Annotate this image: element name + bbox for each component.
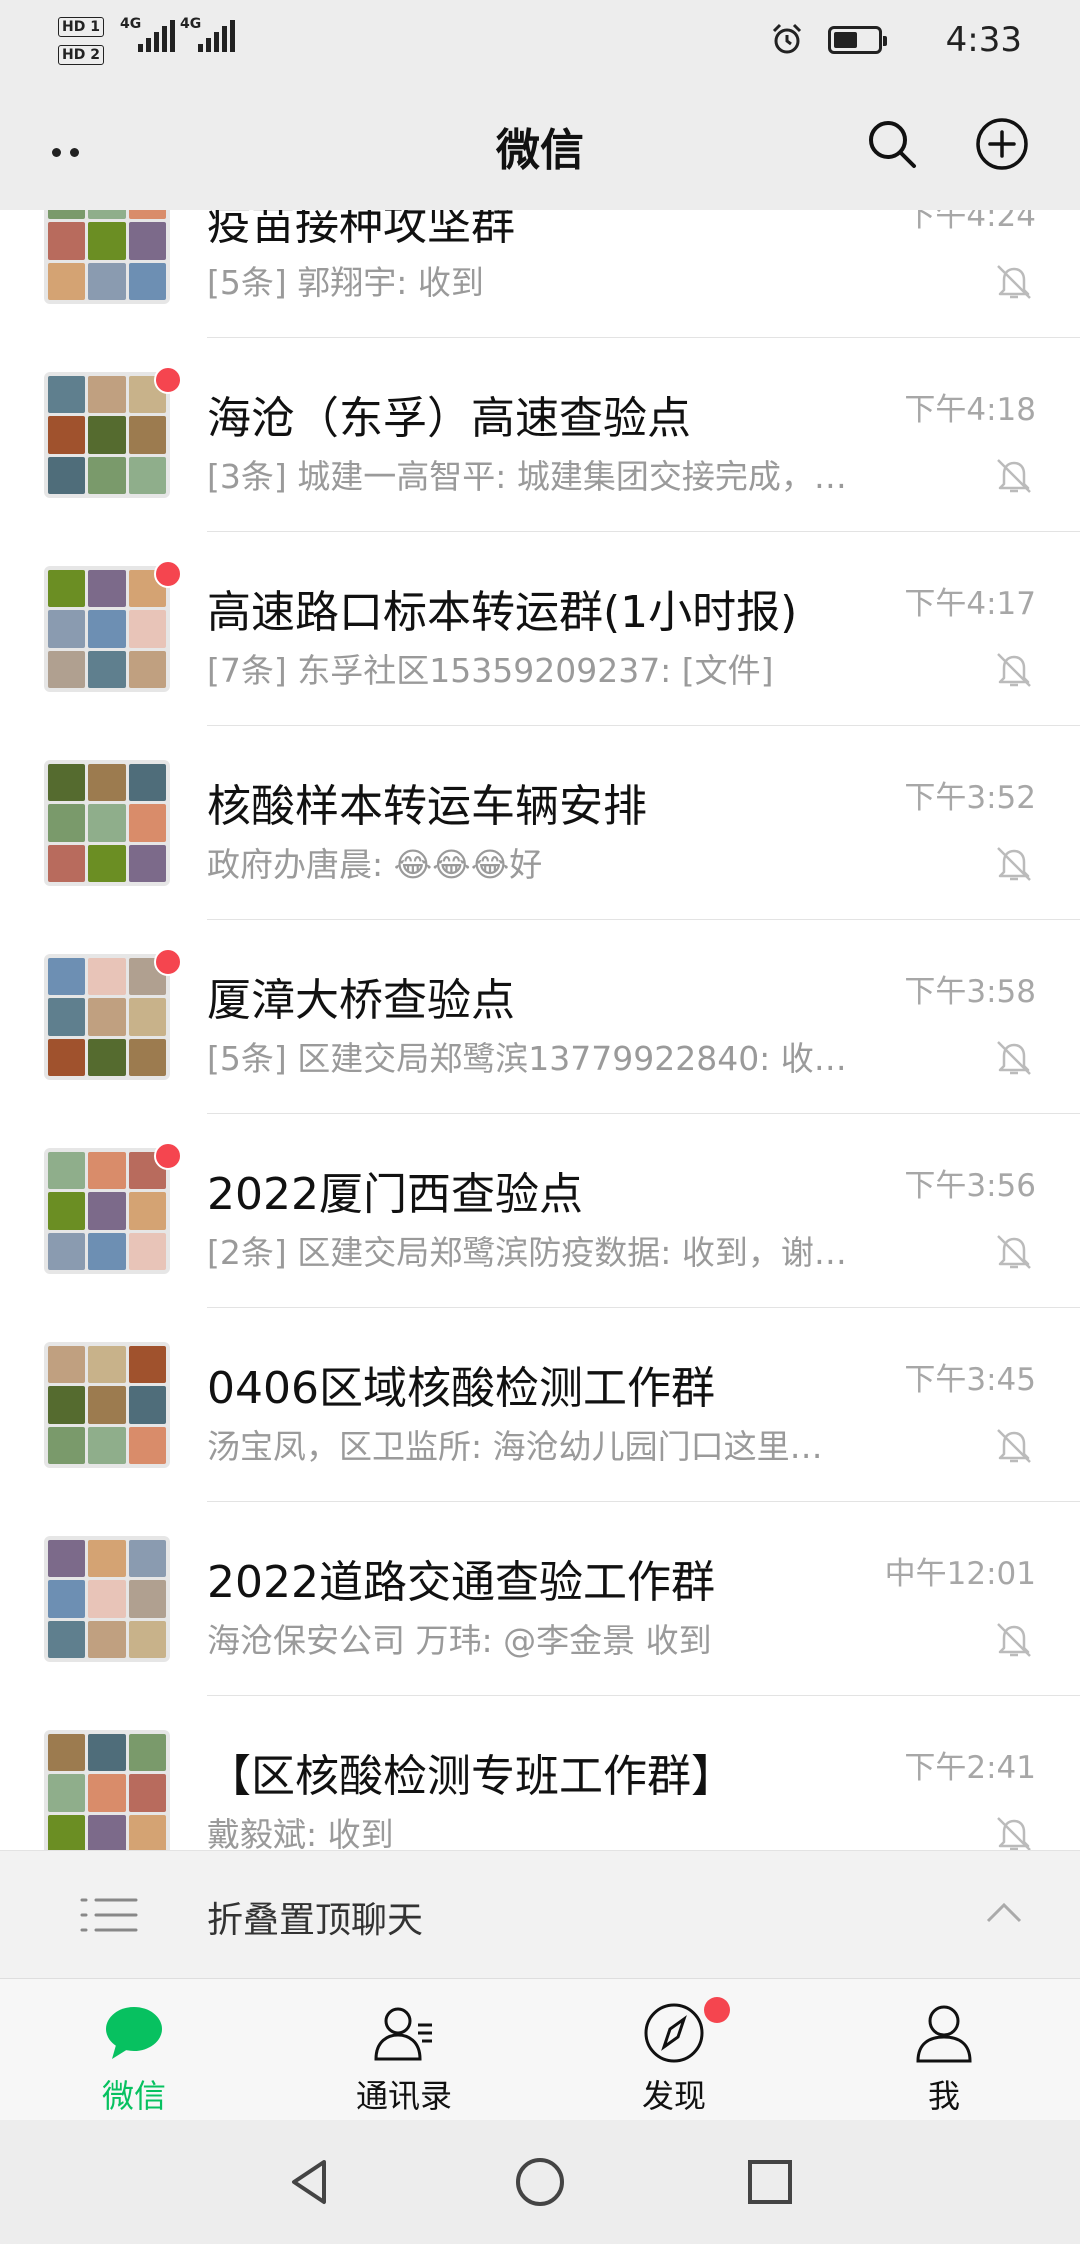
chat-name: 2022道路交通查验工作群 bbox=[207, 1557, 715, 1608]
person-icon bbox=[916, 2005, 972, 2063]
tab-contacts[interactable]: 通讯录 bbox=[304, 1979, 504, 2121]
chat-name: 【区核酸检测专班工作群】 bbox=[207, 1751, 735, 1802]
chat-preview: [5条] 郭翔宇: 收到 bbox=[207, 263, 484, 302]
tab-label: 微信 bbox=[101, 2077, 166, 2115]
chat-time: 下午3:52 bbox=[904, 780, 1036, 816]
chat-row[interactable]: 疫苗接种攻坚群 [5条] 郭翔宇: 收到 下午4:24 bbox=[0, 210, 1080, 338]
tab-chats[interactable]: 微信 bbox=[34, 1979, 234, 2121]
chat-row[interactable]: 0406区域核酸检测工作群汤宝凤，区卫监所: 海沧幼儿园门口这里… 下午3:45 bbox=[0, 1308, 1080, 1502]
unread-dot bbox=[154, 1142, 182, 1170]
muted-bell-icon bbox=[997, 265, 1031, 299]
muted-bell-icon bbox=[997, 459, 1031, 493]
clock: 4:33 bbox=[945, 20, 1022, 60]
muted-bell-icon bbox=[997, 1817, 1031, 1850]
app-header: 微信 bbox=[0, 84, 1080, 210]
chat-name: 海沧（东孚）高速查验点 bbox=[207, 393, 691, 444]
chat-time: 下午2:41 bbox=[904, 1750, 1036, 1786]
chat-preview: [2条] 区建交局郑鹭滨防疫数据: 收到，谢… bbox=[207, 1233, 847, 1272]
chevron-up-icon[interactable] bbox=[984, 1899, 1024, 1925]
signal-icon bbox=[138, 20, 178, 52]
muted-bell-icon bbox=[997, 1041, 1031, 1075]
hd1-label: HD 1 bbox=[58, 12, 104, 40]
hd2-text: HD 2 bbox=[58, 45, 104, 65]
battery-level bbox=[834, 32, 857, 48]
chat-preview: 政府办唐晨: 😂😂😂好 bbox=[207, 845, 543, 884]
chat-preview: 汤宝凤，区卫监所: 海沧幼儿园门口这里… bbox=[207, 1427, 823, 1466]
tab-label: 通讯录 bbox=[355, 2077, 452, 2115]
chat-preview: [7条] 东孚社区15359209237: [文件] bbox=[207, 651, 774, 690]
chat-preview: 戴毅斌: 收到 bbox=[207, 1815, 394, 1850]
unread-dot bbox=[154, 560, 182, 588]
group-avatar bbox=[44, 954, 170, 1080]
chat-row[interactable]: 厦漳大桥查验点 [5条] 区建交局郑鹭滨13779922840: 收… 下午3:58 bbox=[0, 920, 1080, 1114]
chat-name: 疫苗接种攻坚群 bbox=[207, 210, 515, 250]
folded-pinned-chats[interactable]: 折叠置顶聊天 bbox=[0, 1850, 1080, 1979]
chat-time: 下午4:17 bbox=[904, 586, 1036, 622]
group-avatar bbox=[44, 210, 170, 304]
contacts-icon bbox=[374, 2007, 432, 2061]
compass-icon bbox=[644, 2003, 704, 2063]
group-avatar bbox=[44, 1536, 170, 1662]
group-avatar bbox=[44, 566, 170, 692]
muted-bell-icon bbox=[997, 1623, 1031, 1657]
chat-row[interactable]: 2022道路交通查验工作群海沧保安公司 万玮: @李金景 收到 中午12:01 bbox=[0, 1502, 1080, 1696]
fold-label: 折叠置顶聊天 bbox=[207, 1900, 424, 1941]
chat-name: 高速路口标本转运群(1小时报) bbox=[207, 587, 798, 638]
group-avatar bbox=[44, 760, 170, 886]
hd2-label: HD 2 bbox=[58, 40, 104, 68]
chat-name: 0406区域核酸检测工作群 bbox=[207, 1363, 715, 1414]
status-left: HD 1 HD 2 bbox=[58, 12, 104, 68]
group-avatar bbox=[44, 1148, 170, 1274]
status-right: 4:33 bbox=[702, 14, 1022, 70]
muted-bell-icon bbox=[997, 847, 1031, 881]
home-icon[interactable] bbox=[510, 2152, 570, 2212]
signal-icon bbox=[198, 20, 238, 52]
tab-bar: 微信 通讯录 发现 我 bbox=[0, 1978, 1080, 2121]
chat-time: 下午3:45 bbox=[904, 1362, 1036, 1398]
muted-bell-icon bbox=[997, 1235, 1031, 1269]
chat-name: 核酸样本转运车辆安排 bbox=[207, 781, 647, 832]
group-avatar bbox=[44, 372, 170, 498]
muted-bell-icon bbox=[997, 1429, 1031, 1463]
chat-time: 下午3:58 bbox=[904, 974, 1036, 1010]
chat-preview: 海沧保安公司 万玮: @李金景 收到 bbox=[207, 1621, 712, 1660]
chat-time: 下午4:18 bbox=[904, 392, 1036, 428]
tab-discover[interactable]: 发现 bbox=[574, 1979, 774, 2121]
chat-bubble-icon bbox=[106, 2007, 162, 2059]
unread-dot bbox=[154, 366, 182, 394]
tab-label: 我 bbox=[927, 2077, 960, 2115]
add-icon[interactable] bbox=[972, 114, 1032, 174]
chat-row[interactable]: 2022厦门西查验点 [2条] 区建交局郑鹭滨防疫数据: 收到，谢… 下午3:56 bbox=[0, 1114, 1080, 1308]
unread-dot bbox=[154, 948, 182, 976]
tab-me[interactable]: 我 bbox=[844, 1979, 1044, 2121]
chat-row[interactable]: 【区核酸检测专班工作群】戴毅斌: 收到 下午2:41 bbox=[0, 1696, 1080, 1850]
back-icon[interactable] bbox=[280, 2152, 340, 2212]
alarm-icon bbox=[772, 23, 802, 54]
status-bar: HD 1 HD 2 4G 4G 4:33 bbox=[0, 0, 1080, 84]
chat-list[interactable]: 疫苗接种攻坚群 [5条] 郭翔宇: 收到 下午4:24 海沧（东孚）高速查验点 [3条]… bbox=[0, 210, 1080, 1850]
system-nav-bar bbox=[0, 2120, 1080, 2244]
recents-icon[interactable] bbox=[740, 2152, 800, 2212]
chat-name: 厦漳大桥查验点 bbox=[207, 975, 515, 1026]
list-icon bbox=[80, 1898, 138, 1932]
battery-icon bbox=[828, 26, 887, 54]
tab-label: 发现 bbox=[641, 2077, 706, 2115]
chat-preview: [5条] 区建交局郑鹭滨13779922840: 收… bbox=[207, 1039, 847, 1078]
chat-row[interactable]: 海沧（东孚）高速查验点 [3条] 城建一高智平: 城建集团交接完成，… 下午4:18 bbox=[0, 338, 1080, 532]
chat-name: 2022厦门西查验点 bbox=[207, 1169, 583, 1220]
chat-preview: [3条] 城建一高智平: 城建集团交接完成，… bbox=[207, 457, 847, 496]
chat-row[interactable]: 核酸样本转运车辆安排政府办唐晨: 😂😂😂好 下午3:52 bbox=[0, 726, 1080, 920]
chat-time: 中午12:01 bbox=[884, 1556, 1036, 1592]
search-icon[interactable] bbox=[862, 114, 922, 174]
group-avatar bbox=[44, 1342, 170, 1468]
chat-time: 下午3:56 bbox=[904, 1168, 1036, 1204]
chat-row[interactable]: 高速路口标本转运群(1小时报) [7条] 东孚社区15359209237: [文件… bbox=[0, 532, 1080, 726]
hd1-text: HD 1 bbox=[58, 17, 104, 37]
chat-time: 下午4:24 bbox=[904, 210, 1036, 234]
group-avatar bbox=[44, 1730, 170, 1850]
discover-badge bbox=[704, 1997, 730, 2023]
muted-bell-icon bbox=[997, 653, 1031, 687]
